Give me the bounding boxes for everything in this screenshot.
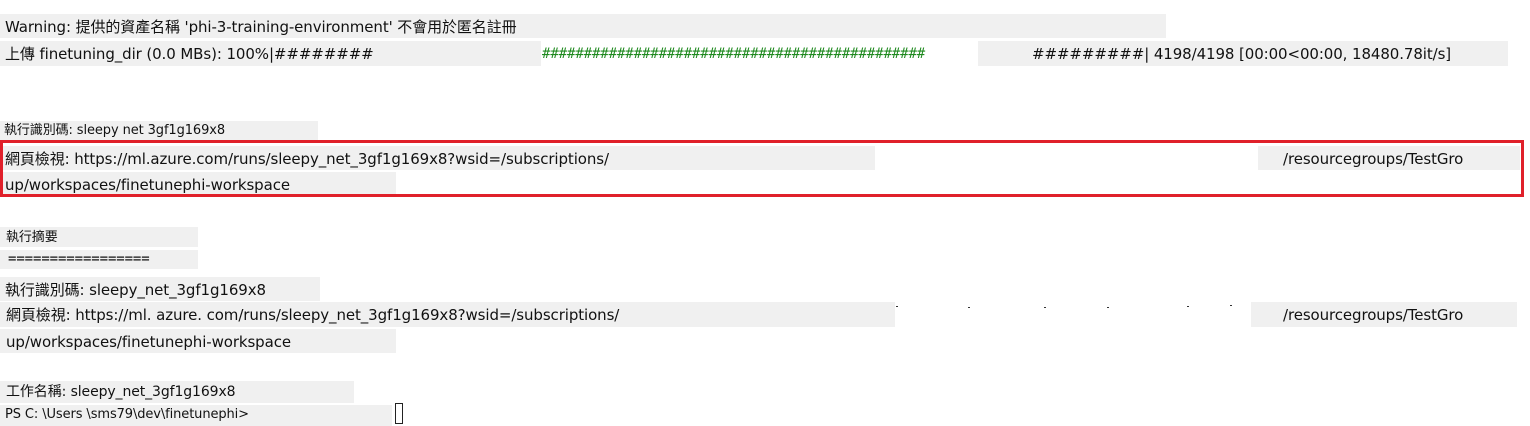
- summary-title: 執行摘要: [6, 230, 58, 245]
- artifact-dot: [1107, 307, 1109, 308]
- warning-line: Warning: 提供的資產名稱 'phi-3-training-environ…: [5, 18, 517, 36]
- web-view-url-part2[interactable]: /resourcegroups/TestGro: [1283, 305, 1463, 325]
- run-id-line: 執行識別碼: sleepy_net_3gf1g169x8: [5, 281, 266, 299]
- text-cursor: [395, 403, 403, 424]
- upload-progress-bar: ########################################…: [542, 46, 926, 62]
- summary-divider: =================: [8, 251, 150, 267]
- artifact-dot: [1044, 307, 1046, 308]
- artifact-dot: [968, 307, 970, 308]
- web-view-url-part3[interactable]: up/workspaces/finetunephi-workspace: [6, 332, 291, 352]
- web-view-url-part1[interactable]: 網頁檢視: https://ml.azure.com/runs/sleepy_n…: [5, 149, 609, 169]
- web-view-url-part3[interactable]: up/workspaces/finetunephi-workspace: [5, 175, 290, 195]
- shell-prompt[interactable]: PS C: \Users \sms79\dev\finetunephi>: [5, 406, 249, 424]
- run-id-line: 執行識別碼: sleepy net 3gf1g169x8: [4, 123, 226, 138]
- upload-progress-text: 上傳 finetuning_dir (0.0 MBs): 100%|######…: [5, 45, 374, 63]
- job-name-line: 工作名稱: sleepy_net_3gf1g169x8: [6, 384, 236, 400]
- upload-progress-status: #########| 4198/4198 [00:00<00:00, 18480…: [1032, 45, 1452, 63]
- artifact-dot: [896, 306, 898, 307]
- web-view-url-part1[interactable]: 網頁檢視: https://ml. azure. com/runs/sleepy…: [6, 305, 619, 325]
- web-view-url-part2[interactable]: /resourcegroups/TestGro: [1283, 149, 1463, 169]
- artifact-dot: [1230, 305, 1232, 306]
- artifact-dot: [1187, 306, 1189, 307]
